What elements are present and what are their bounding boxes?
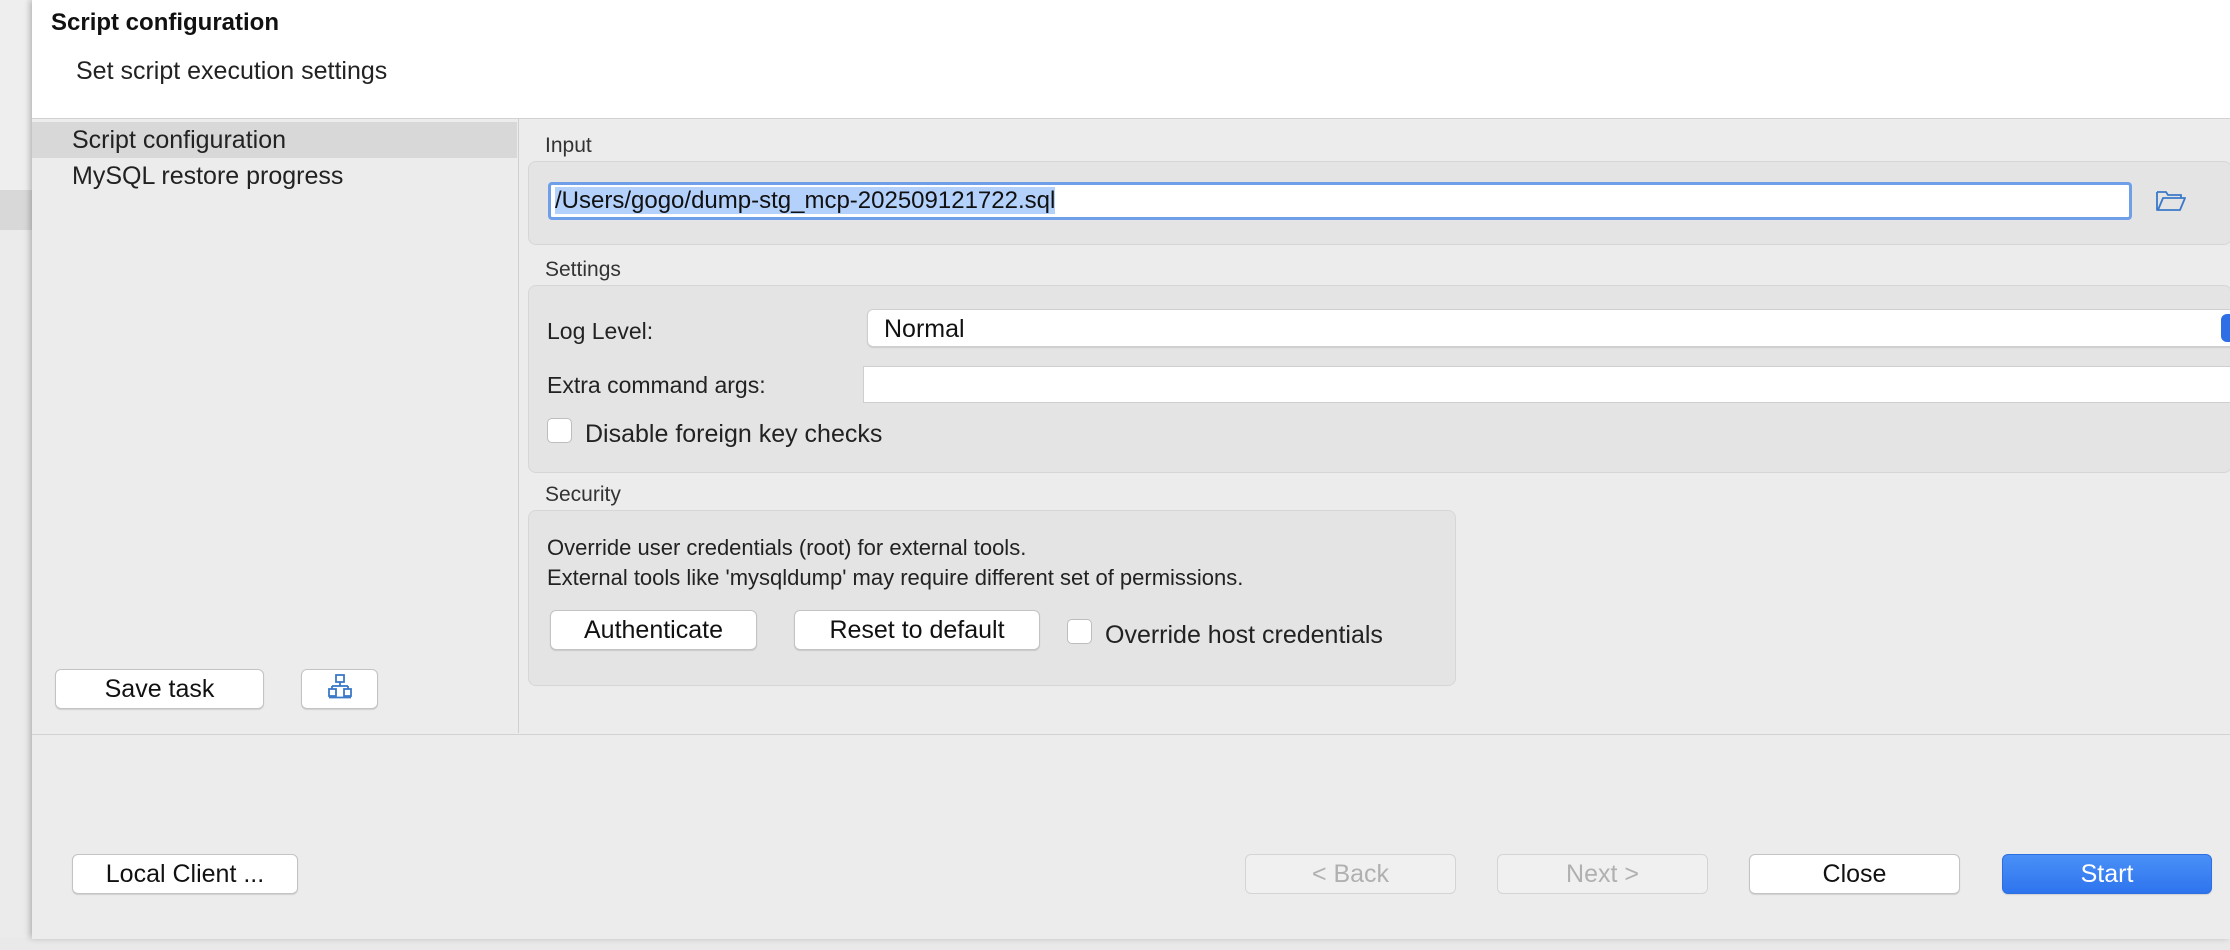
background-app-row [0,190,32,230]
chevron-up-down-icon [2221,314,2230,342]
local-client-button[interactable]: Local Client ... [72,854,298,894]
override-host-credentials-checkbox[interactable] [1067,619,1092,644]
disable-foreign-key-checks-checkbox[interactable] [547,418,572,443]
dialog-title: Script configuration [51,9,279,36]
disable-foreign-key-checks-label: Disable foreign key checks [585,420,883,448]
next-button[interactable]: Next > [1497,854,1708,894]
background-app [0,0,32,190]
back-button[interactable]: < Back [1245,854,1456,894]
log-level-label: Log Level: [547,318,654,344]
reset-to-default-button[interactable]: Reset to default [794,610,1040,650]
background-app-bottom [0,938,2230,950]
folder-open-icon [2155,191,2187,218]
log-level-select[interactable]: Normal [867,309,2230,347]
security-description-line1: Override user credentials (root) for ext… [547,535,1027,560]
input-file-path-field[interactable]: /Users/gogo/dump-stg_mcp-202509121722.sq… [548,182,2132,220]
override-host-credentials-label: Override host credentials [1105,621,1383,649]
browse-folder-button[interactable] [2155,186,2187,214]
input-section: /Users/gogo/dump-stg_mcp-202509121722.sq… [528,161,2230,245]
dialog-subtitle: Set script execution settings [76,57,388,85]
wizard-pages-sidebar: Script configuration MySQL restore progr… [32,119,519,733]
script-configuration-dialog: Script configuration Set script executio… [32,0,2230,939]
task-config-button[interactable] [301,669,378,709]
security-section-label: Security [545,483,621,506]
wizard-page-content: Input /Users/gogo/dump-stg_mcp-202509121… [526,119,2230,733]
authenticate-button[interactable]: Authenticate [550,610,757,650]
security-description-line2: External tools like 'mysqldump' may requ… [547,565,1244,590]
dialog-header: Script configuration Set script executio… [32,0,2230,119]
start-button[interactable]: Start [2002,854,2212,894]
log-level-value: Normal [884,315,965,343]
settings-section-label: Settings [545,258,621,281]
extra-command-args-input[interactable] [863,366,2230,403]
nav-item-script-configuration[interactable]: Script configuration [32,122,517,158]
nav-item-mysql-restore-progress[interactable]: MySQL restore progress [32,158,517,194]
task-tree-icon [327,673,353,706]
dialog-footer: Local Client ... < Back Next > Close Sta… [32,734,2230,939]
save-task-button[interactable]: Save task [55,669,264,709]
background-app-panel [0,230,32,938]
extra-command-args-label: Extra command args: [547,372,766,398]
file-path-text: /Users/gogo/dump-stg_mcp-202509121722.sq… [555,187,1056,214]
input-section-label: Input [545,134,592,157]
close-button[interactable]: Close [1749,854,1960,894]
